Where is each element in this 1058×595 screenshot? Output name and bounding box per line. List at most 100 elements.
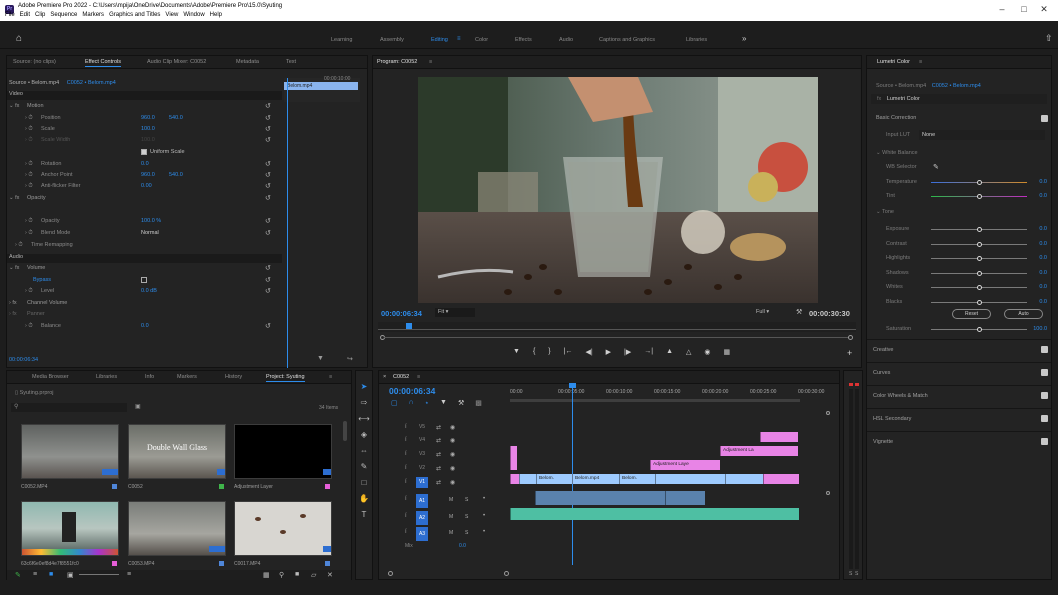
tone-value[interactable]: 0.0 [1029, 241, 1047, 247]
mini-playhead[interactable] [287, 78, 288, 368]
property-value-y[interactable]: 540.0 [169, 172, 183, 181]
clip-adjustment-layer-v3[interactable]: Adjustment La [720, 446, 798, 456]
new-bin-footer-icon[interactable]: ■ [295, 571, 299, 578]
eye-icon[interactable]: ◉ [450, 479, 455, 486]
reset-parameter-icon[interactable]: ↺ [265, 264, 271, 273]
freeform-view-icon[interactable]: ▣ [67, 571, 74, 579]
track-target-a3[interactable]: A3 [416, 527, 428, 541]
sync-lock-icon[interactable]: ⇄ [436, 424, 441, 431]
property-value[interactable]: 960.0 [141, 115, 155, 124]
sequence-tab[interactable]: C0052 [393, 374, 409, 381]
mute-button[interactable]: M [449, 514, 453, 520]
step-forward-icon[interactable]: |▶ [624, 348, 631, 356]
workspace-editing[interactable]: Editing [431, 37, 448, 43]
eye-icon[interactable]: ◉ [450, 451, 455, 458]
menu-file[interactable]: File [5, 12, 15, 18]
automate-icon[interactable]: ▦ [263, 571, 270, 579]
tone-value[interactable]: 0.0 [1029, 255, 1047, 261]
sequence-clip-label[interactable]: C0052 • Belom.mp4 [67, 80, 116, 86]
workspace-libraries[interactable]: Libraries [686, 37, 707, 43]
stopwatch-icon[interactable]: › ⏱ [25, 218, 33, 227]
workspace-effects[interactable]: Effects [515, 37, 532, 43]
thumbnail-c0052-mp4[interactable] [21, 424, 119, 479]
wrench-icon[interactable]: ⚒ [796, 308, 802, 316]
program-playhead[interactable] [406, 323, 412, 329]
mark-out-icon[interactable]: } [548, 348, 550, 356]
mark-in-icon[interactable]: { [533, 348, 535, 356]
tone-knob[interactable] [977, 227, 982, 232]
stopwatch-icon[interactable]: › ⏱ [25, 161, 33, 170]
find-icon[interactable]: ⚲ [279, 571, 284, 579]
program-menu-icon[interactable]: ≡ [429, 59, 432, 65]
effect-name[interactable]: Volume [27, 265, 45, 274]
effect-toggle-icon[interactable]: ⌄ fx [9, 195, 19, 204]
menu-graphics[interactable]: Graphics and Titles [109, 12, 160, 18]
lumetri-fx-select[interactable]: fx Lumetri Color [871, 94, 1047, 104]
reset-parameter-icon[interactable]: ↺ [265, 217, 271, 226]
home-icon[interactable]: ⌂ [16, 33, 22, 44]
clip-audio-a1-b[interactable] [665, 491, 705, 505]
clip-adjustment-start[interactable] [510, 474, 519, 484]
source-clip-label[interactable]: Source • Belom.mp4 C0052 • Belom.mp4 [9, 80, 116, 89]
sync-lock-icon[interactable]: ⇄ [436, 465, 441, 472]
property-value[interactable]: 0.0 [141, 323, 149, 332]
eye-icon[interactable]: ◉ [450, 465, 455, 472]
close-sequence-icon[interactable]: × [383, 374, 386, 380]
wb-value[interactable]: 0.0 [1029, 179, 1047, 185]
clip-music-a2[interactable] [510, 508, 799, 520]
lumetri-section-header[interactable]: HSL Secondary [867, 408, 1051, 430]
clip-audio-a1[interactable] [535, 491, 665, 505]
stopwatch-icon[interactable]: › ⏱ [25, 183, 33, 192]
lumetri-section-checkbox[interactable] [1041, 438, 1048, 445]
effect-toggle-icon[interactable]: › fx [9, 311, 17, 320]
track-select-tool-icon[interactable]: ⇨ [358, 397, 370, 409]
clear-icon[interactable]: ✕ [327, 571, 333, 579]
mix-value[interactable]: 0.0 [459, 543, 466, 549]
sync-lock-icon[interactable]: ⇄ [436, 437, 441, 444]
workspace-captions[interactable]: Captions and Graphics [599, 37, 655, 43]
clip-video-v1-d[interactable] [655, 474, 725, 484]
clip-adjustment-v3-start[interactable] [510, 446, 517, 470]
export-frame-camera-icon[interactable]: ◉ [704, 348, 710, 356]
timeline-vertical-scrollbar[interactable] [825, 411, 831, 571]
lumetri-section-checkbox[interactable] [1041, 369, 1048, 376]
reset-button[interactable]: Reset [952, 309, 991, 319]
workspace-audio[interactable]: Audio [559, 37, 573, 43]
razor-tool-icon[interactable]: ◈ [358, 429, 370, 441]
project-search-input[interactable]: ⚲ [11, 403, 127, 412]
lumetri-menu-icon[interactable]: ≡ [919, 59, 922, 65]
reset-parameter-icon[interactable]: ↺ [265, 125, 271, 134]
eye-icon[interactable]: ◉ [450, 424, 455, 431]
basic-correction-checkbox[interactable] [1041, 115, 1048, 122]
property-value[interactable]: 100.0 [141, 126, 155, 135]
label-color-swatch[interactable] [219, 561, 224, 566]
list-view-icon[interactable]: ≡ [33, 571, 37, 578]
effect-name[interactable]: Motion [27, 103, 44, 112]
tone-knob[interactable] [977, 270, 982, 276]
program-timecode[interactable]: 00:00:06:34 [381, 309, 422, 318]
wb-knob[interactable] [977, 194, 982, 199]
workspace-learning[interactable]: Learning [331, 37, 352, 43]
solo-button[interactable]: S [465, 497, 468, 503]
wb-value[interactable]: 0.0 [1029, 193, 1047, 199]
lumetri-title[interactable]: Lumetri Color [877, 59, 910, 66]
new-item-icon[interactable]: ▱ [311, 571, 316, 579]
lumetri-section-checkbox[interactable] [1041, 415, 1048, 422]
zoom-select[interactable]: Fit ▾ [435, 308, 475, 317]
label-color-swatch[interactable] [325, 561, 330, 566]
clip-belom-v1-b[interactable]: Belom.mp4 [572, 474, 619, 484]
effect-toggle-icon[interactable]: › fx [9, 300, 17, 309]
type-tool-icon[interactable]: T [358, 509, 370, 521]
timeline-timecode[interactable]: 00:00:06:34 [389, 386, 435, 396]
label-color-swatch[interactable] [112, 561, 117, 566]
snap-icon[interactable]: ∩ [409, 399, 414, 407]
lumetri-sequence-label[interactable]: C0052 • Belom.mp4 [932, 83, 981, 89]
filter-icon[interactable]: ▼ [317, 355, 324, 362]
input-lut-select[interactable]: None [919, 130, 1045, 140]
go-to-out-icon[interactable]: →| [644, 348, 653, 356]
stopwatch-icon[interactable]: › ⏱ [25, 230, 33, 239]
timeline-menu-icon[interactable]: ≡ [417, 374, 420, 380]
pen-tool-icon[interactable]: ✎ [358, 461, 370, 473]
share-icon[interactable]: ⇧ [1045, 33, 1053, 44]
tab-markers[interactable]: Markers [177, 374, 197, 380]
